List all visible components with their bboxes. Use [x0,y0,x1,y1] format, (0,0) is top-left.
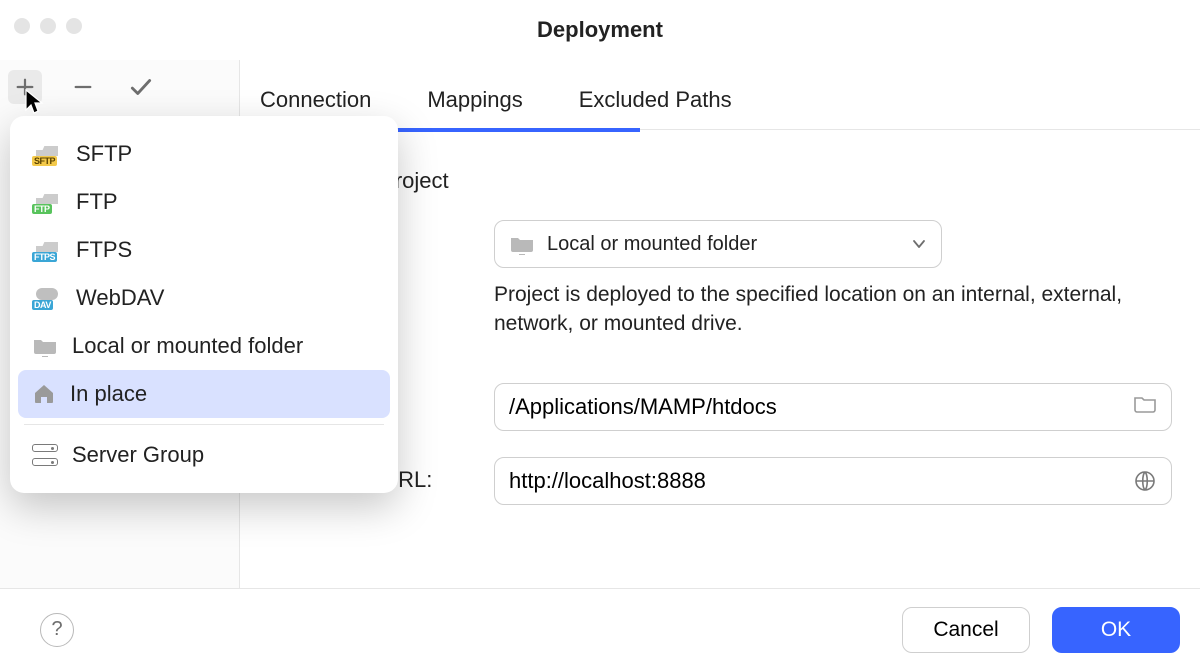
menu-item-label: SFTP [76,141,132,167]
home-icon [32,382,56,406]
menu-item-label: WebDAV [76,285,164,311]
browse-folder-icon[interactable] [1133,394,1157,420]
cancel-button[interactable]: Cancel [902,607,1030,653]
tab-mappings[interactable]: Mappings [427,87,522,117]
menu-item-server-group[interactable]: Server Group [18,431,390,479]
window-title: Deployment [0,17,1200,43]
chevron-down-icon [911,236,927,252]
folder-network-icon [32,336,58,356]
menu-item-label: Server Group [72,442,204,468]
open-url-icon[interactable] [1133,469,1157,493]
add-server-type-menu: SFTP SFTP FTP FTP FTPS FTPS DAV WebDAV L… [10,116,398,493]
type-select[interactable]: Local or mounted folder [494,220,942,268]
menu-item-local[interactable]: Local or mounted folder [18,322,390,370]
menu-item-label: FTP [76,189,118,215]
folder-network-icon [509,234,535,254]
tab-excluded-paths[interactable]: Excluded Paths [579,87,732,117]
help-button[interactable]: ? [40,613,74,647]
close-window-icon[interactable] [14,18,30,34]
tab-connection[interactable]: Connection [260,87,371,117]
menu-item-label: Local or mounted folder [72,333,303,359]
webdav-icon: DAV [32,286,62,310]
folder-input[interactable] [509,394,1121,420]
url-input-wrapper [494,457,1172,505]
server-group-icon [32,444,58,466]
menu-item-label: FTPS [76,237,132,263]
set-default-button[interactable] [124,70,158,104]
zoom-window-icon[interactable] [66,18,82,34]
url-input[interactable] [509,468,1121,494]
menu-item-ftp[interactable]: FTP FTP [18,178,390,226]
type-hint: Project is deployed to the specified loc… [494,280,1162,339]
ftp-icon: FTP [32,190,62,214]
menu-item-in-place[interactable]: In place [18,370,390,418]
ok-button[interactable]: OK [1052,607,1180,653]
menu-item-sftp[interactable]: SFTP SFTP [18,130,390,178]
menu-item-ftps[interactable]: FTPS FTPS [18,226,390,274]
menu-separator [24,424,384,425]
type-select-value: Local or mounted folder [547,233,757,256]
window-controls[interactable] [14,18,82,34]
folder-input-wrapper [494,383,1172,431]
ftps-icon: FTPS [32,238,62,262]
minimize-window-icon[interactable] [40,18,56,34]
menu-item-label: In place [70,381,147,407]
remove-server-button[interactable] [66,70,100,104]
menu-item-webdav[interactable]: DAV WebDAV [18,274,390,322]
add-server-button[interactable] [8,70,42,104]
sftp-icon: SFTP [32,142,62,166]
